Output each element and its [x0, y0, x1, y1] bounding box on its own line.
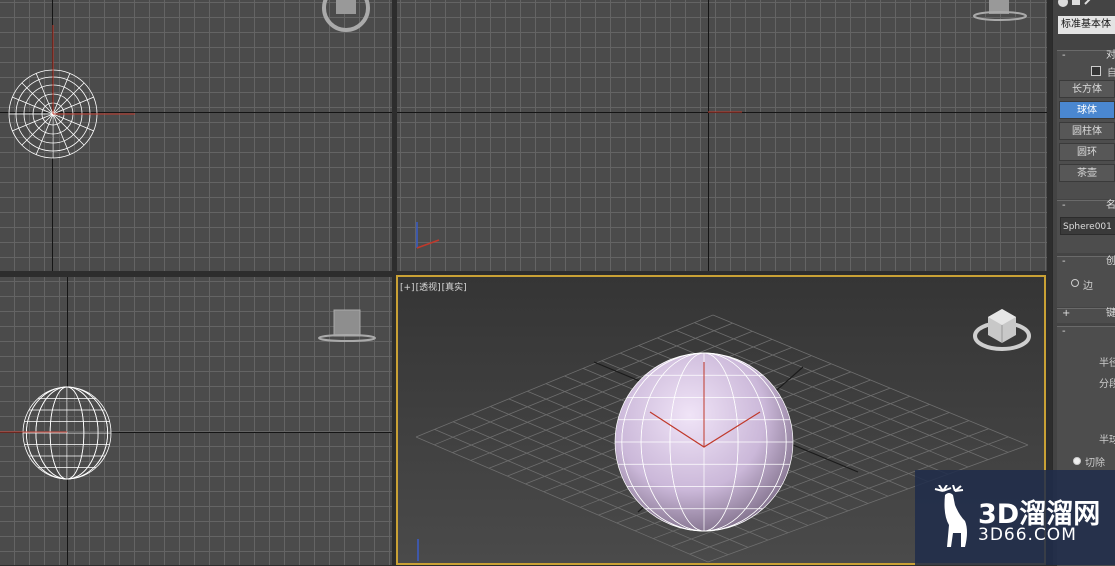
object-type-rollout: -对 自 长方体 球体 圆柱体 圆环 茶壶: [1057, 50, 1115, 199]
radius-label: 半径: [1099, 358, 1115, 369]
autogrid-row[interactable]: 自: [1057, 63, 1115, 79]
rollout-header[interactable]: -名: [1057, 201, 1115, 213]
viewcube-top-icon[interactable]: [0, 0, 392, 271]
chop-radio[interactable]: [1073, 457, 1081, 465]
primitive-category-dropdown[interactable]: 标准基本体: [1058, 16, 1115, 34]
rollout-header[interactable]: + 键: [1057, 309, 1115, 321]
watermark: 3D溜溜网 3D66.COM: [915, 470, 1115, 565]
hemisphere-label: 半球: [1099, 435, 1115, 446]
edge-radio[interactable]: [1071, 279, 1079, 287]
viewcube-front-icon[interactable]: [397, 0, 1047, 271]
viewport-left[interactable]: [0, 277, 392, 565]
name-color-rollout: -名 Sphere001: [1057, 200, 1115, 253]
torus-button[interactable]: 圆环: [1059, 143, 1115, 161]
object-name-field[interactable]: Sphere001: [1060, 217, 1115, 235]
create-toolbar-icons[interactable]: [1057, 0, 1115, 10]
box-button[interactable]: 长方体: [1059, 80, 1115, 98]
viewcube-left-icon[interactable]: [0, 277, 392, 565]
viewport-top[interactable]: [0, 0, 392, 271]
rollout-header[interactable]: -对: [1057, 51, 1115, 63]
edge-label: 边: [1083, 281, 1093, 292]
segments-label: 分段: [1099, 379, 1115, 390]
keyboard-entry-rollout[interactable]: + 键: [1057, 308, 1115, 323]
sphere-button[interactable]: 球体: [1059, 101, 1115, 119]
autogrid-label: 自: [1107, 68, 1115, 79]
viewport-front[interactable]: [397, 0, 1047, 271]
rollout-header[interactable]: -: [1057, 327, 1115, 339]
cylinder-button[interactable]: 圆柱体: [1059, 122, 1115, 140]
creation-method-rollout: -创 边: [1057, 256, 1115, 307]
teapot-button[interactable]: 茶壶: [1059, 164, 1115, 182]
watermark-url: 3D66.COM: [978, 525, 1077, 545]
autogrid-checkbox[interactable]: [1091, 66, 1101, 76]
deer-logo-icon: [934, 485, 967, 547]
chop-label: 切除: [1085, 458, 1105, 469]
rollout-header[interactable]: -创: [1057, 257, 1115, 269]
